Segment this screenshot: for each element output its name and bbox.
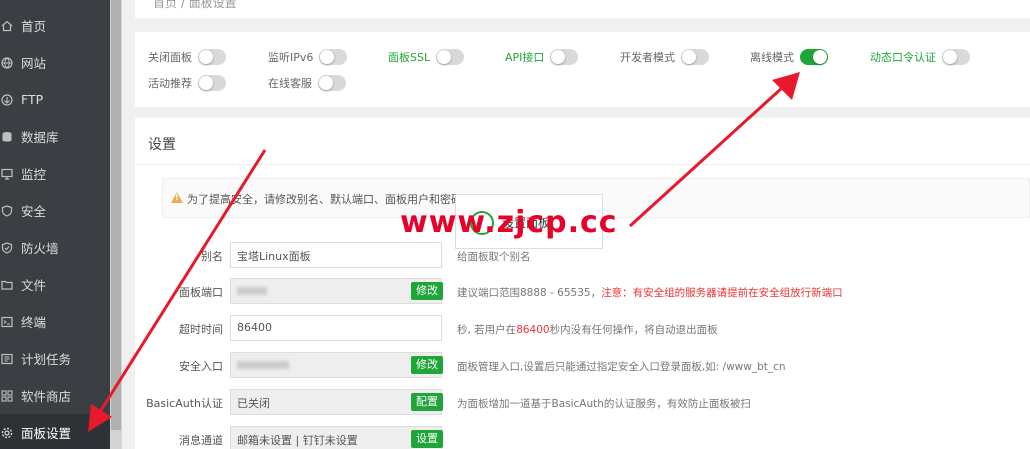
sidebar-item-home[interactable]: 首页 [0, 7, 110, 44]
warning-icon [171, 192, 183, 203]
settings-title: 设置 [148, 137, 176, 153]
toggle-close-panel[interactable]: 关闭面板 [148, 47, 226, 67]
sidebar-item-security[interactable]: 安全 [0, 192, 110, 229]
toggle-label: 关闭面板 [148, 51, 192, 64]
form-hint: 为面板增加一道基于BasicAuth的认证服务，有效防止面板被扫 [457, 398, 751, 410]
form-hint: 建议端口范围8888 - 65535，注意：有安全组的服务器请提前在安全组放行新… [457, 287, 843, 299]
toggle-offline-mode[interactable]: 离线模式 [750, 47, 828, 67]
sidebar-item-label: 数据库 [21, 130, 59, 145]
toggle-switch[interactable] [319, 49, 348, 65]
sidebar-item-panel-settings[interactable]: 面板设置 [0, 414, 110, 449]
toggle-switch[interactable] [681, 49, 709, 65]
gear-icon [0, 426, 14, 440]
sidebar-item-label: 终端 [21, 315, 47, 330]
toggle-dynamic-password[interactable]: 动态口令认证 [870, 47, 970, 67]
toggle-developer-mode[interactable]: 开发者模式 [620, 47, 709, 67]
sidebar: 首页 网站 FTP 数据库 监控 安全 防火墙 文件 终端 计划任务 软件商店 [0, 0, 110, 449]
toggle-switch[interactable] [436, 49, 465, 65]
watermark: www.zjcp.cc [400, 205, 618, 240]
message-channel-settings-button[interactable]: 设置 [411, 430, 443, 448]
toggle-switch[interactable] [800, 49, 828, 65]
sidebar-item-label: 面板设置 [21, 426, 72, 441]
sidebar-item-firewall[interactable]: 防火墙 [0, 229, 110, 266]
firewall-icon [0, 241, 14, 255]
database-icon [0, 130, 14, 144]
form-label: 面板端口 [179, 286, 223, 299]
sidebar-item-database[interactable]: 数据库 [0, 118, 110, 155]
toggle-panel: 关闭面板 监听IPv6 面板SSL API接口 开发者模式 离线模式 动态口令认… [135, 32, 1030, 107]
toggle-label: 在线客服 [268, 77, 312, 90]
toggle-ipv6[interactable]: 监听IPv6 [268, 47, 348, 67]
toggle-switch[interactable] [550, 49, 579, 65]
toggle-label: API接口 [505, 51, 545, 64]
sidebar-item-terminal[interactable]: 终端 [0, 303, 110, 340]
redacted-value [237, 287, 267, 295]
sidebar-item-label: 监控 [21, 167, 47, 182]
sidebar-item-website[interactable]: 网站 [0, 44, 110, 81]
port-warning-text: 注意：有安全组的服务器请提前在安全组放行新端口 [601, 287, 843, 299]
settings-panel: 设置 为了提高安全，请修改别名、默认端口、面板用户和密码! 设置面板 别名 宝塔… [135, 118, 1030, 449]
toggle-label: 离线模式 [750, 51, 794, 64]
sidebar-item-label: 计划任务 [21, 352, 72, 367]
toggle-panel-ssl[interactable]: 面板SSL [388, 47, 465, 67]
sidebar-item-ftp[interactable]: FTP [0, 81, 110, 118]
form-hint: 秒, 若用户在86400秒内没有任何操作，将自动退出面板 [457, 324, 718, 336]
form-row-message-channel: 消息通道 邮箱未设置 | 钉钉未设置 设置 [135, 426, 1030, 449]
terminal-icon [0, 315, 14, 329]
security-entry-modify-button[interactable]: 修改 [411, 356, 443, 374]
toggle-label: 活动推荐 [148, 77, 192, 90]
breadcrumb-panel: 首页 / 面板设置 [135, 0, 1030, 18]
folder-icon [0, 278, 14, 292]
form-row-basic-auth: BasicAuth认证 已关闭 配置 为面板增加一道基于BasicAuth的认证… [135, 389, 1030, 415]
sidebar-item-label: 网站 [21, 56, 47, 71]
toggle-switch[interactable] [198, 75, 226, 91]
toggle-activity-recommend[interactable]: 活动推荐 [148, 73, 226, 93]
sidebar-item-label: 首页 [21, 19, 47, 34]
redacted-value [237, 361, 289, 369]
sidebar-item-label: 软件商店 [21, 389, 72, 404]
form-label: 安全入口 [179, 360, 223, 373]
toggle-online-support[interactable]: 在线客服 [268, 73, 346, 93]
sidebar-item-label: FTP [21, 92, 44, 107]
form-row-timeout: 超时时间 86400 秒, 若用户在86400秒内没有任何操作，将自动退出面板 [135, 315, 1030, 341]
monitor-icon [0, 167, 14, 181]
basic-auth-config-button[interactable]: 配置 [411, 393, 443, 411]
toggle-switch[interactable] [942, 49, 970, 65]
toggle-switch[interactable] [198, 49, 226, 65]
form-label: 消息通道 [179, 434, 223, 447]
sidebar-item-monitor[interactable]: 监控 [0, 155, 110, 192]
form-label: BasicAuth认证 [146, 397, 223, 410]
form-row-port: 面板端口 修改 建议端口范围8888 - 65535，注意：有安全组的服务器请提… [135, 278, 1030, 304]
sidebar-scrollbar-thumb[interactable] [111, 0, 121, 430]
grid-icon [0, 389, 14, 403]
globe-icon [0, 56, 14, 70]
sidebar-item-files[interactable]: 文件 [0, 266, 110, 303]
port-modify-button[interactable]: 修改 [411, 282, 443, 300]
toggle-label: 面板SSL [388, 51, 431, 64]
sidebar-item-label: 安全 [21, 204, 47, 219]
form-hint: 面板管理入口,设置后只能通过指定安全入口登录面板,如: /www_bt_cn [457, 361, 786, 373]
toggle-api[interactable]: API接口 [505, 47, 579, 67]
sidebar-item-app-store[interactable]: 软件商店 [0, 377, 110, 414]
form-row-security-entry: 安全入口 修改 面板管理入口,设置后只能通过指定安全入口登录面板,如: /www… [135, 352, 1030, 378]
sidebar-item-label: 文件 [21, 278, 47, 293]
shield-icon [0, 204, 14, 218]
form-row-alias: 别名 宝塔Linux面板 给面板取个别名 [135, 242, 1030, 268]
timeout-input[interactable]: 86400 [230, 315, 442, 341]
toggle-switch[interactable] [318, 75, 346, 91]
divider [135, 164, 1030, 165]
sidebar-item-label: 防火墙 [21, 241, 59, 256]
sidebar-item-cron[interactable]: 计划任务 [0, 340, 110, 377]
clock-icon [0, 352, 14, 366]
toggle-label: 动态口令认证 [870, 51, 936, 64]
home-icon [0, 19, 14, 33]
alias-input[interactable]: 宝塔Linux面板 [230, 242, 442, 268]
toggle-label: 开发者模式 [620, 51, 675, 64]
form-label: 超时时间 [179, 323, 223, 336]
ftp-icon [0, 93, 14, 107]
breadcrumb[interactable]: 首页 / 面板设置 [153, 0, 237, 11]
form-hint: 给面板取个别名 [457, 251, 531, 263]
form-label: 别名 [201, 250, 223, 263]
toggle-label: 监听IPv6 [268, 51, 314, 64]
